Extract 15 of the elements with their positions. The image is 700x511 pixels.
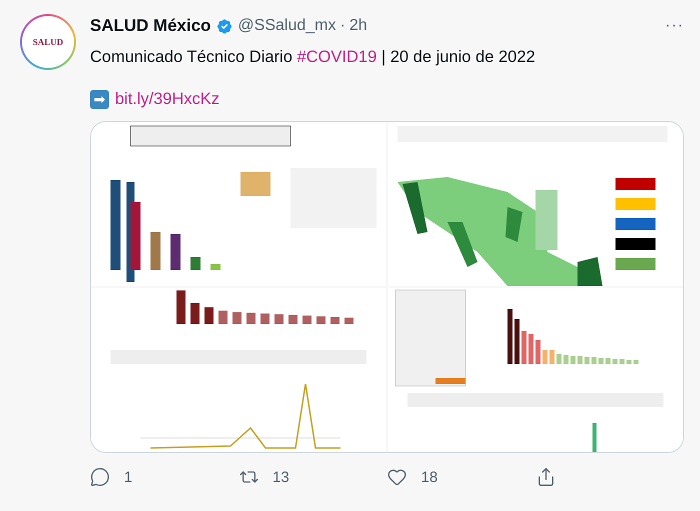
short-link[interactable]: bit.ly/39HxcKz [115,90,220,109]
reply-button[interactable]: 1 [90,467,238,487]
user-handle[interactable]: @SSalud_mx [238,17,336,35]
tweet-text: Comunicado Técnico Diario #COVID19 | 20 de junio de 2022 [90,47,536,68]
like-button[interactable]: 18 [387,467,536,487]
more-button[interactable]: ··· [665,17,684,35]
reply-icon [90,467,110,487]
hashtag-link[interactable]: #COVID19 [296,48,377,66]
timestamp[interactable]: 2h [349,17,368,35]
retweet-button[interactable]: 13 [238,467,387,487]
heart-icon [387,467,407,487]
avatar[interactable]: SALUD [20,14,76,70]
author-name[interactable]: SALUD México [90,16,211,36]
separator: · [340,17,346,35]
share-icon [536,467,556,487]
